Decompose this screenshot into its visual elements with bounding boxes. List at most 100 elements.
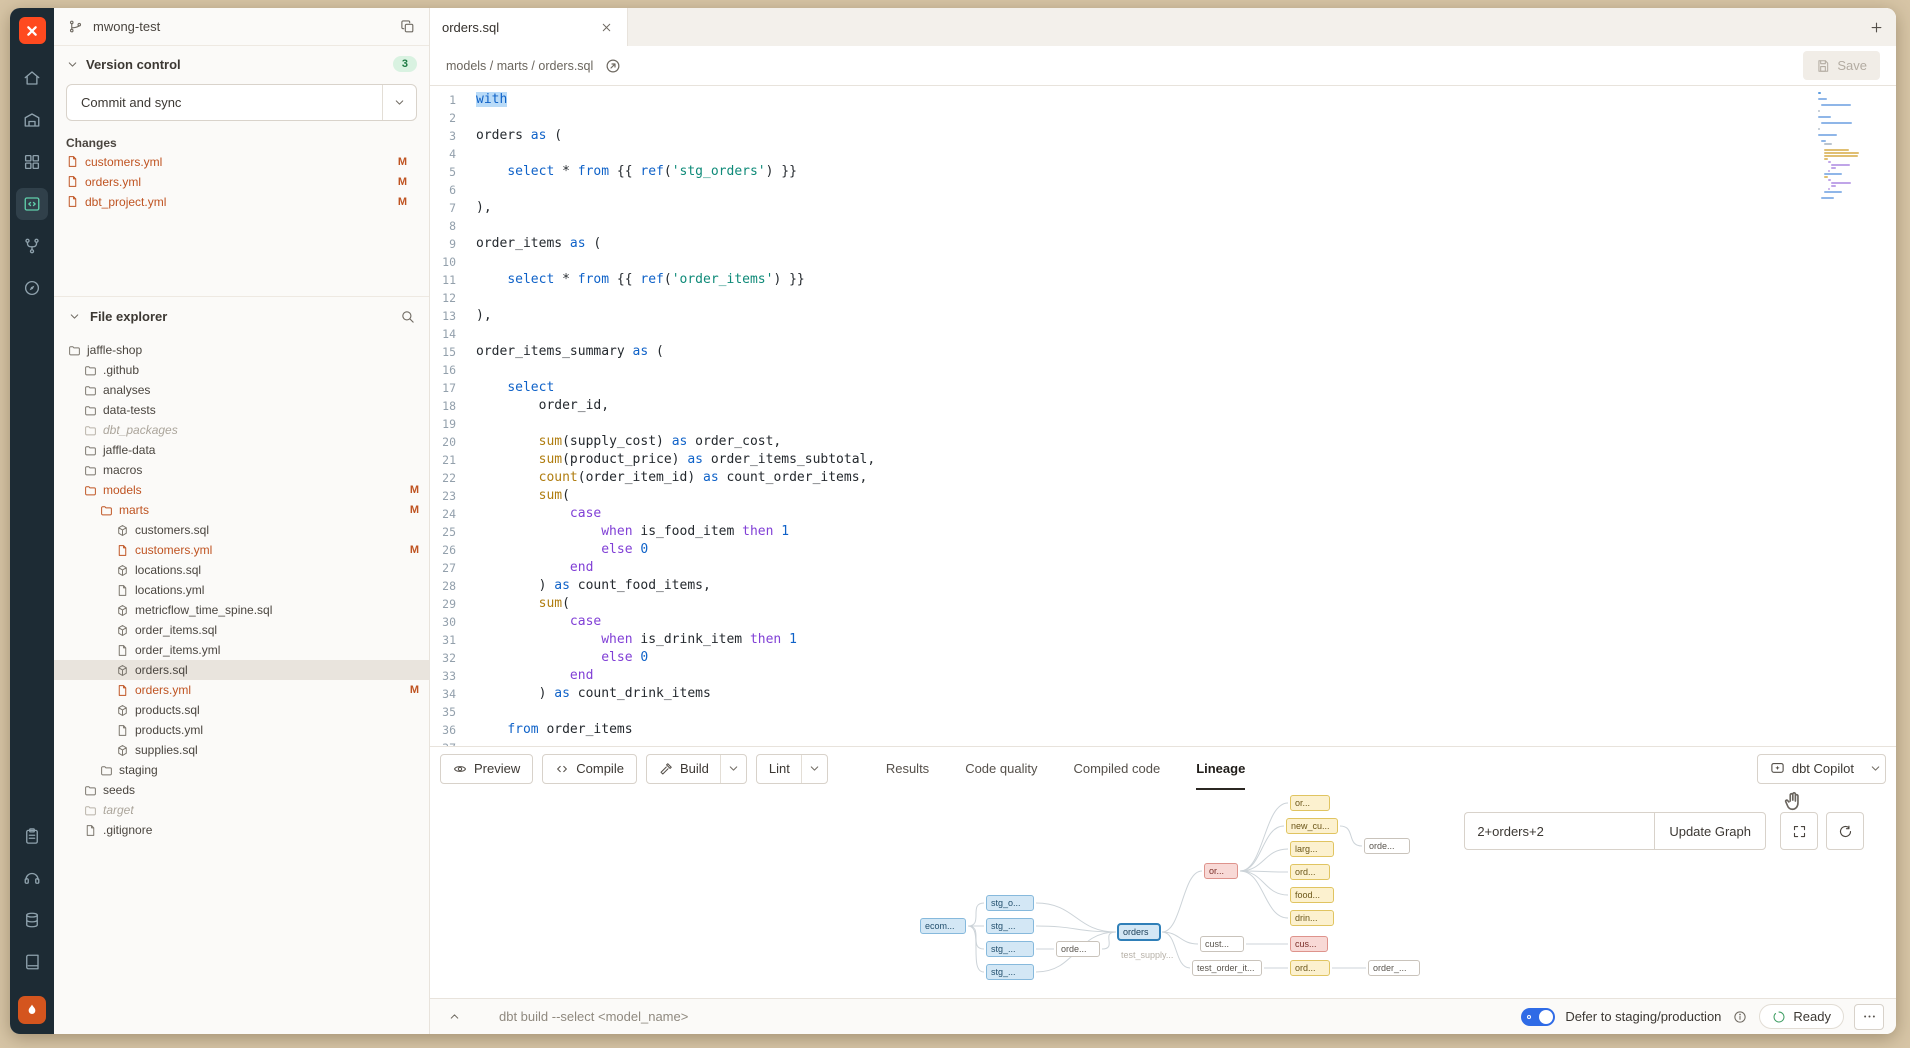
code-line-24[interactable]: 24 case [430, 505, 1896, 523]
file-tree-item-models[interactable]: modelsM [54, 480, 429, 500]
status-badge[interactable]: Ready [1759, 1004, 1844, 1029]
dbt-logo-icon[interactable] [19, 17, 46, 44]
lineage-node-testsup[interactable]: test_supply... [1116, 947, 1190, 963]
code-line-22[interactable]: 22 count(order_item_id) as count_order_i… [430, 469, 1896, 487]
file-tree-item-.gitignore[interactable]: .gitignore [54, 820, 429, 840]
close-tab-icon[interactable] [598, 19, 615, 36]
tab-orders-sql[interactable]: orders.sql [430, 8, 628, 46]
nav-item-home[interactable] [16, 62, 48, 94]
file-tree-item-metricflow_time_spine.sql[interactable]: metricflow_time_spine.sql [54, 600, 429, 620]
file-tree-item-orders.sql[interactable]: orders.sql [54, 660, 429, 680]
file-tree-item-jaffle-shop[interactable]: jaffle-shop [54, 340, 429, 360]
lineage-node-ecom[interactable]: ecom... [920, 918, 966, 934]
update-graph-button[interactable]: Update Graph [1654, 812, 1766, 850]
code-line-4[interactable]: 4 [430, 145, 1896, 163]
lineage-node-cust[interactable]: cust... [1200, 936, 1244, 952]
code-line-26[interactable]: 26 else 0 [430, 541, 1896, 559]
code-line-32[interactable]: 32 else 0 [430, 649, 1896, 667]
code-line-3[interactable]: 3orders as ( [430, 127, 1896, 145]
code-line-37[interactable]: 37 [430, 739, 1896, 746]
file-tree-item-products.yml[interactable]: products.yml [54, 720, 429, 740]
refresh-button[interactable] [1826, 812, 1864, 850]
user-avatar[interactable] [18, 996, 46, 1024]
changed-file-dbt_project.yml[interactable]: dbt_project.ymlM [66, 193, 417, 210]
nav-item-tasks[interactable] [16, 820, 48, 852]
code-line-12[interactable]: 12 [430, 289, 1896, 307]
lineage-node-stg2[interactable]: stg_... [986, 941, 1034, 957]
open-lineage-link-icon[interactable] [603, 56, 623, 76]
file-tree-item-supplies.sql[interactable]: supplies.sql [54, 740, 429, 760]
file-tree-item-customers.yml[interactable]: customers.ymlM [54, 540, 429, 560]
copilot-dropdown-icon[interactable] [1865, 755, 1885, 783]
file-tree-item-analyses[interactable]: analyses [54, 380, 429, 400]
preview-button[interactable]: Preview [440, 754, 533, 784]
code-line-34[interactable]: 34 ) as count_drink_items [430, 685, 1896, 703]
lineage-node-ory[interactable]: or... [1290, 795, 1330, 811]
code-line-17[interactable]: 17 select [430, 379, 1896, 397]
code-line-35[interactable]: 35 [430, 703, 1896, 721]
lineage-node-stg0[interactable]: stg_o... [986, 895, 1034, 911]
file-tree-item-locations.yml[interactable]: locations.yml [54, 580, 429, 600]
fullscreen-button[interactable] [1780, 812, 1818, 850]
file-tree-item-marts[interactable]: martsM [54, 500, 429, 520]
lineage-node-newcu[interactable]: new_cu... [1286, 818, 1338, 834]
changed-file-customers.yml[interactable]: customers.ymlM [66, 153, 417, 170]
commit-dropdown-icon[interactable] [382, 85, 416, 120]
version-control-header[interactable]: Version control 3 [66, 56, 417, 72]
lineage-node-food[interactable]: food... [1290, 887, 1334, 903]
compile-button[interactable]: Compile [542, 754, 637, 784]
lineage-node-testord[interactable]: test_order_it... [1192, 960, 1262, 976]
code-line-13[interactable]: 13), [430, 307, 1896, 325]
expand-command-bar-icon[interactable] [446, 1008, 463, 1025]
code-line-20[interactable]: 20 sum(supply_cost) as order_cost, [430, 433, 1896, 451]
code-line-6[interactable]: 6 [430, 181, 1896, 199]
code-line-10[interactable]: 10 [430, 253, 1896, 271]
file-tree-item-.github[interactable]: .github [54, 360, 429, 380]
code-editor[interactable]: 1with23orders as (45 select * from {{ re… [430, 86, 1896, 746]
file-tree-item-jaffle-data[interactable]: jaffle-data [54, 440, 429, 460]
commit-and-sync-button[interactable]: Commit and sync [66, 84, 417, 121]
build-button[interactable]: Build [646, 754, 747, 784]
code-line-11[interactable]: 11 select * from {{ ref('order_items') }… [430, 271, 1896, 289]
code-line-28[interactable]: 28 ) as count_food_items, [430, 577, 1896, 595]
code-line-29[interactable]: 29 sum( [430, 595, 1896, 613]
panel-tab-code-quality[interactable]: Code quality [965, 747, 1037, 790]
lineage-node-orp[interactable]: or... [1204, 863, 1238, 879]
lineage-node-stg3[interactable]: stg_... [986, 964, 1034, 980]
code-line-18[interactable]: 18 order_id, [430, 397, 1896, 415]
lineage-selector-input[interactable] [1464, 812, 1654, 850]
changed-file-orders.yml[interactable]: orders.ymlM [66, 173, 417, 190]
file-tree-item-customers.sql[interactable]: customers.sql [54, 520, 429, 540]
lineage-node-orde1[interactable]: orde... [1056, 941, 1100, 957]
code-line-9[interactable]: 9order_items as ( [430, 235, 1896, 253]
lineage-node-ordw[interactable]: order_... [1368, 960, 1420, 976]
code-line-23[interactable]: 23 sum( [430, 487, 1896, 505]
code-line-8[interactable]: 8 [430, 217, 1896, 235]
code-line-16[interactable]: 16 [430, 361, 1896, 379]
file-tree-item-dbt_packages[interactable]: dbt_packages [54, 420, 429, 440]
file-tree-item-products.sql[interactable]: products.sql [54, 700, 429, 720]
build-dropdown-icon[interactable] [720, 755, 746, 783]
lineage-node-stg1[interactable]: stg_... [986, 918, 1034, 934]
lineage-node-ord2[interactable]: ord... [1290, 960, 1330, 976]
code-line-31[interactable]: 31 when is_drink_item then 1 [430, 631, 1896, 649]
code-line-33[interactable]: 33 end [430, 667, 1896, 685]
dbt-copilot-button[interactable]: dbt Copilot [1757, 754, 1886, 784]
search-icon[interactable] [398, 307, 417, 326]
code-line-1[interactable]: 1with [430, 91, 1896, 109]
file-tree-item-target[interactable]: target [54, 800, 429, 820]
file-tree-item-staging[interactable]: staging [54, 760, 429, 780]
code-line-30[interactable]: 30 case [430, 613, 1896, 631]
nav-item-deploy[interactable] [16, 104, 48, 136]
info-icon[interactable] [1731, 1008, 1749, 1026]
nav-item-explore[interactable] [16, 272, 48, 304]
lineage-panel[interactable]: ecom...stg_o...stg_...stg_...stg_...orde… [430, 790, 1896, 998]
nav-item-support[interactable] [16, 862, 48, 894]
nav-item-apps[interactable] [16, 146, 48, 178]
panel-tab-lineage[interactable]: Lineage [1196, 747, 1245, 790]
code-line-2[interactable]: 2 [430, 109, 1896, 127]
file-tree-item-locations.sql[interactable]: locations.sql [54, 560, 429, 580]
file-explorer-header[interactable]: File explorer [54, 307, 429, 326]
code-line-15[interactable]: 15order_items_summary as ( [430, 343, 1896, 361]
file-tree-item-data-tests[interactable]: data-tests [54, 400, 429, 420]
